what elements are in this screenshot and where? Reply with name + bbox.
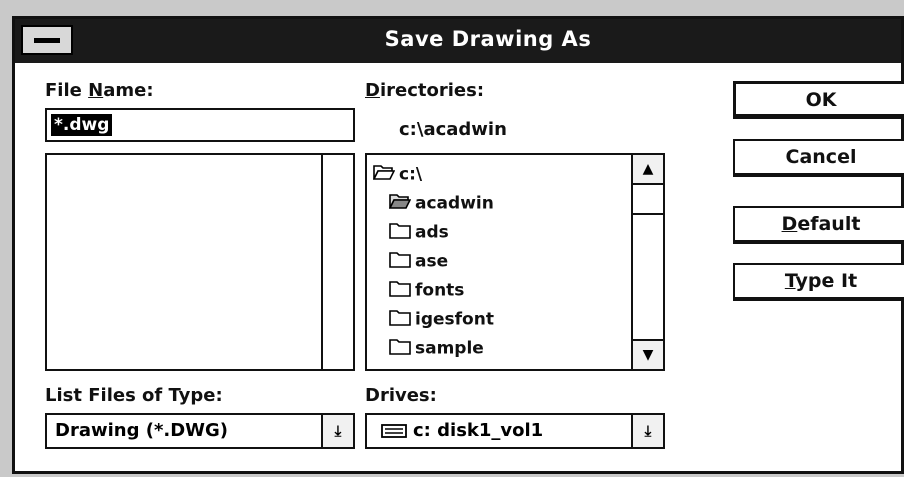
scroll-up-arrow-icon[interactable]: ▲: [633, 155, 663, 185]
drives-value: c: disk1_vol1: [381, 420, 543, 441]
system-menu-button[interactable]: [21, 25, 73, 55]
dropdown-arrow-icon[interactable]: ⤓: [321, 415, 353, 447]
drives-label: Drives:: [365, 385, 437, 406]
folder-icon: [389, 279, 411, 302]
folder-icon: [389, 221, 411, 244]
file-list-scrollbar[interactable]: [321, 155, 353, 369]
file-list[interactable]: [45, 153, 355, 371]
drives-dropdown[interactable]: c: disk1_vol1 ⤓: [365, 413, 665, 449]
dropdown-arrow-icon[interactable]: ⤓: [631, 415, 663, 447]
directory-item[interactable]: ads: [389, 221, 449, 244]
folder-icon: [389, 337, 411, 360]
directory-list[interactable]: c:\ acadwin ads ase fonts igesfont sampl…: [365, 153, 665, 371]
directory-item[interactable]: sample: [389, 337, 484, 360]
folder-icon: [389, 250, 411, 273]
directories-label: Directories:: [365, 80, 485, 101]
file-name-label: File Name:: [45, 80, 154, 101]
directory-item[interactable]: c:\: [372, 163, 422, 186]
type-it-button[interactable]: Type It: [733, 263, 904, 301]
file-type-dropdown[interactable]: Drawing (*.DWG) ⤓: [45, 413, 355, 449]
current-directory-path: c:\acadwin: [399, 119, 507, 140]
directory-item[interactable]: acadwin: [388, 192, 494, 215]
file-name-input[interactable]: *.dwg: [45, 108, 355, 142]
file-type-value: Drawing (*.DWG): [55, 420, 229, 441]
folder-icon: [389, 308, 411, 331]
directory-scrollbar[interactable]: ▲ ▼: [631, 155, 663, 369]
scroll-down-arrow-icon[interactable]: ▼: [633, 339, 663, 369]
ok-button[interactable]: OK: [733, 81, 904, 119]
save-drawing-dialog: Save Drawing As File Name: *.dwg Directo…: [12, 16, 904, 474]
file-name-value: *.dwg: [51, 114, 113, 136]
drive-icon: [381, 420, 413, 441]
default-button[interactable]: Default: [733, 206, 904, 244]
dialog-title: Save Drawing As: [384, 27, 592, 51]
open-folder-icon: [372, 163, 396, 186]
scroll-thumb[interactable]: [633, 185, 663, 215]
directory-item[interactable]: ase: [389, 250, 448, 273]
cancel-button[interactable]: Cancel: [733, 139, 904, 177]
title-bar: Save Drawing As: [15, 19, 901, 63]
open-folder-icon: [388, 192, 412, 215]
directory-item[interactable]: fonts: [389, 279, 464, 302]
directory-item[interactable]: igesfont: [389, 308, 494, 331]
list-files-type-label: List Files of Type:: [45, 385, 223, 406]
